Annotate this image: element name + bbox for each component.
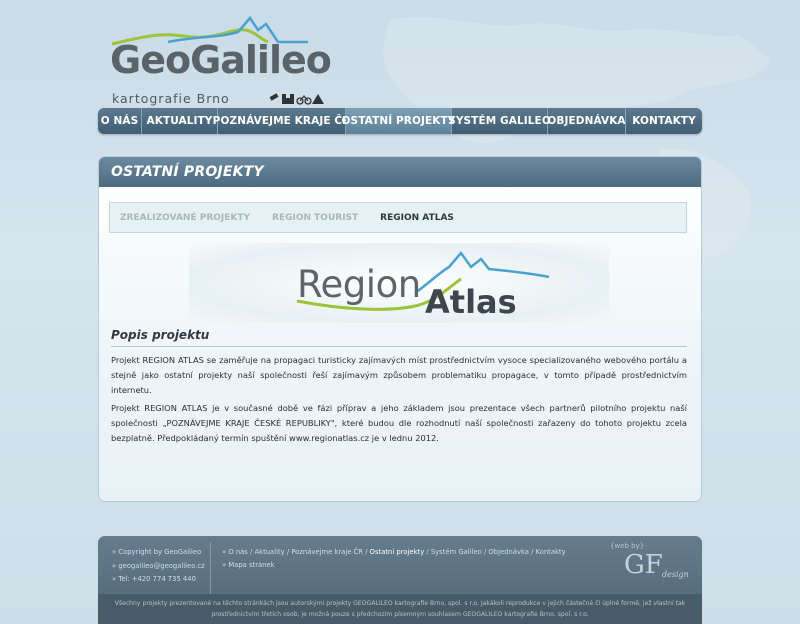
footer-link-ostatni-projekty[interactable]: Ostatní projekty <box>370 548 425 556</box>
subtab-region-atlas[interactable]: REGION ATLAS <box>380 213 454 223</box>
region-atlas-logo-banner: Region Atlas <box>189 243 609 323</box>
main-navigation: O NÁS AKTUALITY POZNÁVEJME KRAJE ČR OSTA… <box>98 108 702 134</box>
footer-link-system-galileo[interactable]: Systém Galileo <box>431 548 482 556</box>
subtab-region-tourist[interactable]: REGION TOURIST <box>272 213 358 223</box>
legal-line-2: prostřednictvím třetích osob, je možná p… <box>211 611 589 618</box>
banner-word-atlas: Atlas <box>425 283 517 321</box>
nav-item-ostatni-projekty[interactable]: OSTATNÍ PROJEKTY <box>342 108 455 134</box>
geogalileo-logo[interactable]: GeoGalileo kartografie Brno <box>108 12 332 106</box>
logo-subtitle: kartografie Brno <box>112 91 230 106</box>
nav-item-system-galileo[interactable]: SYSTÉM GALILEO <box>448 108 551 134</box>
footer-link-kontakty[interactable]: Kontakty <box>536 548 566 556</box>
webby-design: design <box>662 570 689 579</box>
footer-legal: Všechny projekty prezentované na těchto … <box>98 594 702 624</box>
legal-line-1: Všechny projekty prezentované na těchto … <box>114 600 686 607</box>
footer-link-aktuality[interactable]: Aktuality <box>254 548 284 556</box>
logo-name: GeoGalileo <box>110 38 332 82</box>
footer-link-sitemap[interactable]: Mapa stránek <box>228 561 274 569</box>
nav-item-o-nas[interactable]: O NÁS <box>98 108 142 134</box>
footer-links: » O nás / Aktuality / Poznávejme kraje Č… <box>222 548 566 556</box>
webby-gf-design-logo[interactable]: {web by} GF design <box>602 540 698 592</box>
description-paragraph-2: Projekt REGION ATLAS je v současné době … <box>111 403 687 443</box>
footer-link-poznavejme[interactable]: Poznávejme kraje ČR <box>291 548 363 556</box>
footer-contact: » Copyright by GeoGalileo » geogalileo@g… <box>112 546 205 587</box>
content-panel: OSTATNÍ PROJEKTY ZREALIZOVANÉ PROJEKTY R… <box>98 156 702 502</box>
footer-email[interactable]: » geogalileo@geogalileo.cz <box>112 560 205 574</box>
footer-phone: » Tel: +420 774 735 440 <box>112 575 196 583</box>
footer-link-objednavka[interactable]: Objednávka <box>488 548 529 556</box>
subtab-zrealizovane-projekty[interactable]: ZREALIZOVANÉ PROJEKTY <box>120 213 250 223</box>
nav-item-objednavka[interactable]: OBJEDNÁVKA <box>547 108 626 134</box>
banner-word-region: Region <box>297 263 421 306</box>
nav-item-poznavejme-kraje[interactable]: POZNÁVEJME KRAJE ČR <box>213 108 350 134</box>
page-title: OSTATNÍ PROJEKTY <box>111 164 264 180</box>
logo-activity-icons <box>269 93 324 105</box>
nav-item-kontakty[interactable]: KONTAKTY <box>626 108 702 134</box>
nav-item-aktuality[interactable]: AKTUALITY <box>142 108 218 134</box>
description-paragraph-1: Projekt REGION ATLAS se zaměřuje na prop… <box>111 355 687 395</box>
section-divider <box>111 346 687 347</box>
section-title: Popis projektu <box>111 328 210 342</box>
footer-link-o-nas[interactable]: O nás <box>228 548 248 556</box>
webby-gf: GF <box>624 550 663 580</box>
footer-copyright: » Copyright by GeoGalileo <box>112 548 202 556</box>
panel-header: OSTATNÍ PROJEKTY <box>99 157 701 187</box>
webby-label: {web by} <box>610 542 645 550</box>
subtab-bar: ZREALIZOVANÉ PROJEKTY REGION TOURIST REG… <box>109 202 687 233</box>
footer-sitemap: » Mapa stránek <box>222 561 275 569</box>
footer-separator <box>210 542 211 594</box>
site-footer: » Copyright by GeoGalileo » geogalileo@g… <box>98 536 702 624</box>
